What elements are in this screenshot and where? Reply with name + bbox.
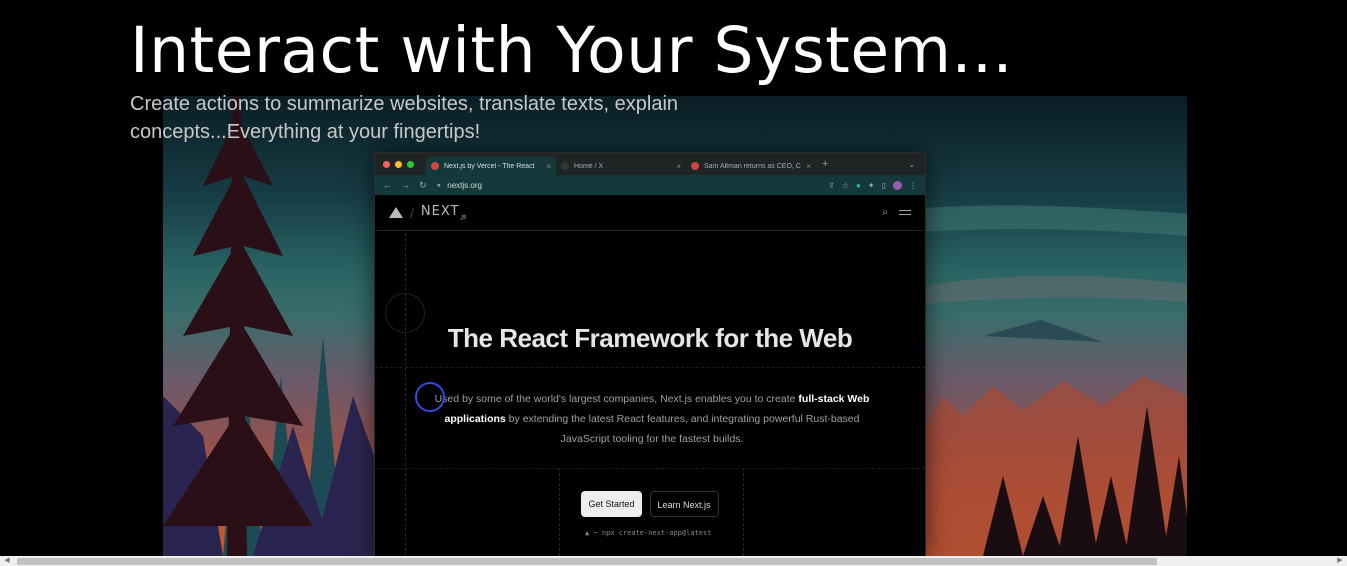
learn-nextjs-button[interactable]: Learn Next.js bbox=[649, 491, 719, 517]
cta-buttons: Get Started Learn Next.js bbox=[375, 491, 925, 517]
logo-divider: / bbox=[410, 204, 414, 221]
url-text: nextjs.org bbox=[447, 180, 482, 190]
share-icon[interactable]: ⇪ bbox=[828, 181, 835, 190]
cursor-highlight-ring bbox=[415, 382, 445, 412]
back-arrow-icon[interactable]: ← bbox=[383, 180, 392, 190]
window-controls bbox=[383, 160, 414, 168]
maximize-window-dot[interactable] bbox=[407, 160, 414, 168]
scroll-left-arrow-icon[interactable]: ◀ bbox=[0, 556, 14, 566]
news-favicon-icon bbox=[691, 162, 699, 170]
browser-tab-news[interactable]: Sam Altman returns as CEO, C × bbox=[686, 157, 816, 175]
site-info-icon[interactable]: ⚬ bbox=[436, 181, 443, 190]
hamburger-menu-icon[interactable] bbox=[899, 210, 911, 215]
nextjs-logo[interactable]: NEXT.js bbox=[421, 204, 466, 221]
address-bar-row: ← → ↻ ⚬ nextjs.org ⇪ ☆ ● ✦ ▯ ⋮ bbox=[375, 175, 925, 195]
toolbar-icons: ⇪ ☆ ● ✦ ▯ ⋮ bbox=[828, 180, 917, 190]
tab-label: Sam Altman returns as CEO, C bbox=[704, 162, 801, 170]
nav-actions: ⌕ bbox=[882, 207, 911, 218]
tab-label: Next.js by Vercel - The React bbox=[444, 162, 535, 170]
sidebar-icon[interactable]: ▯ bbox=[882, 181, 886, 190]
new-tab-plus-icon[interactable]: + bbox=[822, 158, 828, 170]
close-tab-icon[interactable]: × bbox=[676, 162, 681, 171]
close-tab-icon[interactable]: × bbox=[806, 162, 811, 171]
menu-kebab-icon[interactable]: ⋮ bbox=[909, 181, 917, 190]
tab-list-chevron-icon[interactable]: ⌄ bbox=[908, 160, 915, 169]
puzzle-icon[interactable]: ✦ bbox=[868, 181, 875, 190]
profile-avatar[interactable] bbox=[893, 180, 902, 190]
extension-icon[interactable]: ● bbox=[856, 181, 861, 190]
embedded-browser-window: Next.js by Vercel - The React × Home / X… bbox=[374, 152, 926, 556]
x-favicon-icon bbox=[561, 162, 569, 170]
nextjs-headline: The React Framework for the Web bbox=[447, 323, 853, 353]
browser-tab-nextjs[interactable]: Next.js by Vercel - The React × bbox=[426, 157, 556, 175]
horizontal-scrollbar[interactable]: ◀ ▶ bbox=[0, 556, 1347, 566]
hero-subtitle: Create actions to summarize websites, tr… bbox=[130, 93, 679, 143]
browser-tab-x[interactable]: Home / X × bbox=[556, 157, 686, 175]
get-started-button[interactable]: Get Started bbox=[581, 491, 642, 517]
minimize-window-dot[interactable] bbox=[395, 160, 402, 168]
nextjs-site-nav: / NEXT.js ⌕ bbox=[375, 195, 925, 231]
hero-title: Interact with Your System... bbox=[130, 14, 1014, 87]
scroll-right-arrow-icon[interactable]: ▶ bbox=[1333, 556, 1347, 566]
url-field[interactable]: ⚬ nextjs.org bbox=[436, 181, 482, 190]
browser-tab-bar: Next.js by Vercel - The React × Home / X… bbox=[375, 153, 925, 175]
reload-icon[interactable]: ↻ bbox=[419, 180, 427, 191]
vercel-triangle-icon[interactable] bbox=[389, 207, 403, 218]
grid-line bbox=[375, 367, 925, 368]
nextjs-description: Used by some of the world's largest comp… bbox=[434, 393, 870, 445]
tab-label: Home / X bbox=[574, 162, 604, 170]
grid-line bbox=[375, 468, 925, 469]
scrollbar-thumb[interactable] bbox=[17, 558, 1157, 565]
forward-arrow-icon[interactable]: → bbox=[401, 180, 410, 190]
nextjs-favicon-icon bbox=[431, 162, 439, 170]
install-command[interactable]: ▲ ~ npx create-next-app@latest bbox=[585, 529, 711, 537]
close-tab-icon[interactable]: × bbox=[546, 162, 551, 171]
bookmark-star-icon[interactable]: ☆ bbox=[842, 181, 849, 190]
search-icon[interactable]: ⌕ bbox=[882, 207, 888, 218]
close-window-dot[interactable] bbox=[383, 160, 390, 168]
